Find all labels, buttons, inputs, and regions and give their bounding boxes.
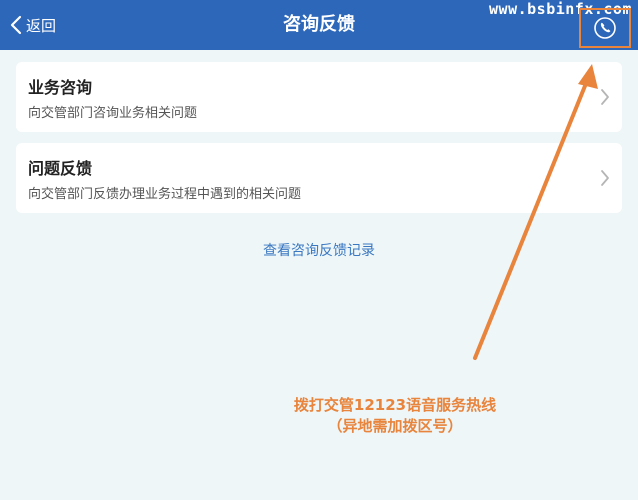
annotation-text: 拨打交管12123语音服务热线 （异地需加拨区号） [280, 395, 510, 437]
card-subtitle: 向交管部门反馈办理业务过程中遇到的相关问题 [28, 187, 302, 202]
consultation-card[interactable]: 业务咨询 向交管部门咨询业务相关问题 [16, 62, 622, 132]
phone-icon [593, 16, 617, 40]
card-subtitle: 向交管部门咨询业务相关问题 [28, 106, 198, 121]
feedback-card[interactable]: 问题反馈 向交管部门反馈办理业务过程中遇到的相关问题 [16, 143, 622, 213]
card-title: 业务咨询 [28, 78, 93, 97]
card-title: 问题反馈 [28, 159, 93, 178]
chevron-right-icon [600, 88, 610, 106]
annotation-line-1: 拨打交管12123语音服务热线 [293, 396, 497, 414]
chevron-right-icon [600, 169, 610, 187]
view-history-link[interactable]: 查看咨询反馈记录 [0, 240, 638, 260]
phone-button[interactable] [579, 8, 631, 48]
annotation-line-2: （异地需加拨区号） [327, 417, 463, 435]
navbar: 返回 咨询反馈 www.bsbinfx.com [0, 0, 638, 50]
